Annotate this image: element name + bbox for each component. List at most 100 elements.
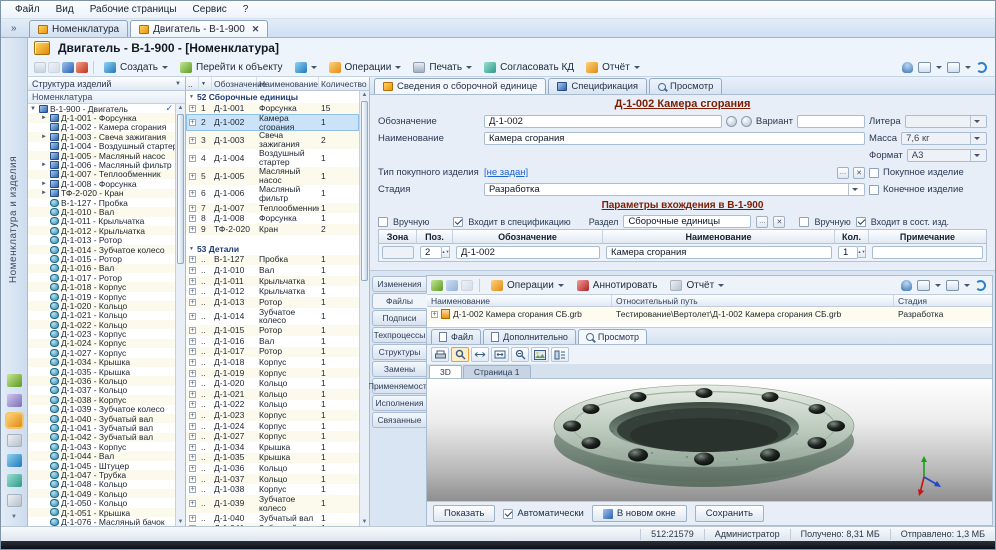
aspect-tab[interactable]: Исполнения bbox=[372, 395, 426, 411]
list-row[interactable]: + .. Д-1-035 Крышка 1 bbox=[186, 452, 359, 464]
list-row[interactable]: + 1 Д-1-001 Форсунка 15 bbox=[186, 103, 359, 114]
list-row[interactable]: + 7 Д-1-007 Теплообменник 1 bbox=[186, 202, 359, 214]
open-new-window-button[interactable]: В новом окне bbox=[591, 505, 687, 522]
image-export-icon[interactable] bbox=[531, 347, 549, 362]
3d-viewport[interactable] bbox=[427, 379, 992, 501]
tree-item[interactable]: ► В-1-127 - Пробка bbox=[28, 198, 175, 208]
tree-item[interactable]: ► Д-1-039 - Зубчатое колесо bbox=[28, 404, 175, 414]
list-row[interactable]: + .. Д-1-018 Корпус 1 bbox=[186, 357, 359, 368]
tab-additional[interactable]: Дополнительно bbox=[483, 329, 576, 344]
tree-item[interactable]: ► Д-1-037 - Кольцо bbox=[28, 385, 175, 395]
preview-settings-icon[interactable] bbox=[551, 347, 569, 362]
tree-item[interactable]: ► Д-1-019 - Корпус bbox=[28, 292, 175, 302]
tab-preview[interactable]: Просмотр bbox=[649, 78, 723, 94]
row-expand-icon[interactable]: + bbox=[189, 390, 196, 398]
row-expand-icon[interactable]: + bbox=[189, 298, 196, 306]
mass-select[interactable]: 7,6 кг bbox=[901, 132, 987, 145]
tree-item[interactable]: ► Д-1-044 - Вал bbox=[28, 451, 175, 461]
expand-arrow-icon[interactable]: ► bbox=[41, 115, 48, 121]
aspect-tab[interactable]: Техпроцессы bbox=[372, 327, 426, 343]
list-row[interactable]: + .. Д-1-037 Кольцо 1 bbox=[186, 473, 359, 485]
save-preview-button[interactable]: Сохранить bbox=[694, 505, 764, 522]
tree-item[interactable]: ► Д-1-024 - Корпус bbox=[28, 338, 175, 348]
nomenclature-module-icon[interactable] bbox=[4, 412, 24, 429]
row-expand-icon[interactable]: + bbox=[189, 277, 196, 285]
dropdown-icon[interactable] bbox=[970, 150, 982, 161]
tree-item[interactable]: ► Д-1-043 - Корпус bbox=[28, 442, 175, 452]
tree-item[interactable]: ► Д-1-035 - Крышка bbox=[28, 367, 175, 377]
print-menu-button[interactable]: Печать bbox=[408, 61, 477, 74]
tree-item[interactable]: ► Д-1-020 - Кольцо bbox=[28, 301, 175, 311]
aspect-tab[interactable]: Изменения bbox=[372, 276, 426, 292]
tab-close-icon[interactable]: ✕ bbox=[252, 24, 260, 35]
column-expander[interactable]: .. bbox=[186, 77, 199, 90]
tree-item[interactable]: ► Д-1-001 - Форсунка bbox=[28, 113, 175, 123]
row-name-input[interactable]: Камера сгорания bbox=[606, 246, 832, 259]
list-row[interactable]: + .. Д-1-015 Ротор 1 bbox=[186, 325, 359, 336]
list-row[interactable]: + .. Д-1-027 Корпус 1 bbox=[186, 431, 359, 442]
report-button[interactable]: Отчёт bbox=[581, 61, 645, 74]
row-expand-icon[interactable]: + bbox=[189, 172, 196, 180]
aspect-tab[interactable]: Подписи bbox=[372, 310, 426, 326]
browse-button[interactable]: … bbox=[837, 166, 849, 179]
more-modules-chevron-icon[interactable]: ▼ bbox=[11, 514, 17, 520]
copy-icon[interactable] bbox=[48, 61, 60, 73]
row-expand-icon[interactable]: + bbox=[189, 204, 196, 212]
in-product-checkbox[interactable] bbox=[855, 216, 866, 227]
tree-item[interactable]: ► Д-1-013 - Ротор bbox=[28, 235, 175, 245]
section-select[interactable]: Сборочные единицы bbox=[623, 215, 752, 228]
tree-header-dropdown-icon[interactable]: ▼ bbox=[175, 81, 181, 87]
expand-arrow-icon[interactable]: ► bbox=[41, 134, 48, 140]
row-expand-icon[interactable]: + bbox=[189, 119, 196, 127]
aspect-tab[interactable]: Структуры bbox=[372, 344, 426, 360]
row-expand-icon[interactable]: + bbox=[189, 348, 196, 356]
designation-input[interactable]: Д-1-002 bbox=[484, 115, 722, 128]
row-expand-icon[interactable]: + bbox=[189, 136, 196, 144]
expand-arrow-icon[interactable]: ► bbox=[41, 190, 48, 196]
fit-page-icon[interactable] bbox=[491, 347, 509, 362]
tree-item[interactable]: ► Д-1-076 - Масляный бачок bbox=[28, 517, 175, 526]
in-spec-checkbox[interactable] bbox=[453, 216, 464, 227]
row-expand-icon[interactable]: + bbox=[189, 411, 196, 419]
collapse-icon[interactable]: ▼ bbox=[189, 246, 194, 252]
row-expand-icon[interactable]: + bbox=[189, 312, 196, 320]
menu-item[interactable]: ? bbox=[235, 3, 257, 16]
list-scrollbar[interactable]: ▲ ▼ bbox=[359, 91, 369, 526]
stage-select[interactable]: Разработка bbox=[484, 183, 865, 196]
expand-arrow-icon[interactable]: ► bbox=[41, 181, 48, 187]
edit-file-icon[interactable] bbox=[431, 279, 443, 291]
row-expand-icon[interactable]: + bbox=[189, 266, 196, 274]
tree-scrollbar[interactable]: ▲ ▼ bbox=[175, 104, 185, 526]
tree-item[interactable]: ► Д-1-023 - Корпус bbox=[28, 329, 175, 339]
designation-action1-icon[interactable] bbox=[725, 116, 737, 127]
tools-wrench-icon[interactable] bbox=[6, 494, 22, 507]
clear-button[interactable]: ✕ bbox=[853, 166, 865, 179]
row-expand-icon[interactable]: + bbox=[189, 215, 196, 223]
expand-arrow-icon[interactable]: ▼ bbox=[30, 106, 37, 112]
row-designation-input[interactable]: Д-1-002 bbox=[456, 246, 600, 259]
section-clear-button[interactable]: ✕ bbox=[773, 215, 786, 228]
dropdown-icon[interactable] bbox=[970, 116, 982, 127]
collapse-icon[interactable]: ▼ bbox=[189, 94, 194, 100]
tree-item[interactable]: ► Д-1-015 - Ротор bbox=[28, 254, 175, 264]
dropdown-icon[interactable] bbox=[848, 184, 860, 195]
aspect-tab[interactable]: Связанные bbox=[372, 412, 426, 428]
create-button[interactable]: Создать bbox=[99, 61, 173, 74]
tree-item[interactable]: ► Д-1-022 - Кольцо bbox=[28, 320, 175, 330]
tree-item[interactable]: ► Д-1-010 - Вал bbox=[28, 207, 175, 217]
settings-gears-icon[interactable] bbox=[6, 434, 22, 447]
tree-item[interactable]: ► Д-1-047 - Трубка bbox=[28, 470, 175, 480]
litera-select[interactable] bbox=[904, 115, 987, 128]
name-input[interactable]: Камера сгорания bbox=[484, 132, 865, 145]
tab-file[interactable]: Файл bbox=[431, 329, 482, 344]
tree-item[interactable]: ► Д-1-027 - Корпус bbox=[28, 348, 175, 358]
row-expand-icon[interactable]: + bbox=[189, 486, 196, 494]
mail-icon[interactable] bbox=[6, 454, 22, 467]
user-icon[interactable] bbox=[902, 61, 913, 73]
tree-item[interactable]: ► Д-1-003 - Свеча зажигания bbox=[28, 132, 175, 142]
tree-item[interactable]: ► Д-1-045 - Штуцер bbox=[28, 461, 175, 471]
row-expand-icon[interactable]: + bbox=[189, 104, 196, 112]
list-row[interactable]: + .. Д-1-012 Крыльчатка 1 bbox=[186, 286, 359, 297]
tree-item[interactable]: ► Д-1-017 - Ротор bbox=[28, 273, 175, 283]
view-mode-button[interactable] bbox=[290, 61, 322, 74]
